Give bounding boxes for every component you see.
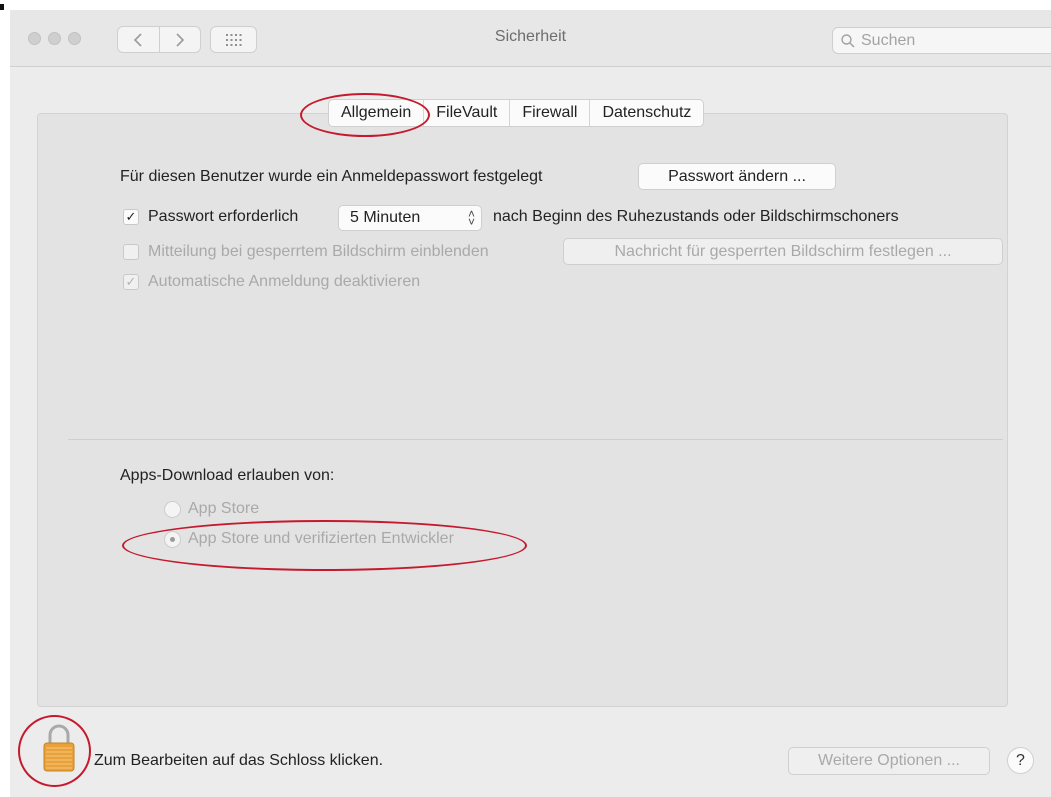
radio-app-store[interactable] [164, 501, 181, 518]
password-delay-value: 5 Minuten [350, 209, 421, 226]
preferences-window: Sicherheit Suchen Allgemein FileVault Fi… [10, 10, 1051, 797]
require-password-label: Passwort erforderlich [148, 208, 299, 225]
help-button[interactable]: ? [1007, 747, 1034, 774]
lock-hint-text: Zum Bearbeiten auf das Schloss klicken. [94, 752, 384, 769]
radio-app-store-label: App Store [188, 500, 260, 517]
tab-filevault[interactable]: FileVault [423, 100, 509, 126]
require-password-checkbox[interactable]: ✓ [123, 209, 139, 225]
padlock-icon[interactable] [42, 721, 76, 773]
set-message-button[interactable]: Nachricht für gesperrten Bildschirm fest… [563, 238, 1003, 265]
password-delay-select[interactable]: 5 Minuten ˄ ˅ [338, 205, 482, 231]
tab-allgemein[interactable]: Allgemein [329, 100, 423, 126]
tab-firewall[interactable]: Firewall [509, 100, 589, 126]
section-divider [68, 439, 1003, 440]
tab-bar: Allgemein FileVault Firewall Datenschutz [328, 99, 705, 127]
magnifier-icon [841, 33, 855, 48]
corner-mark [0, 4, 4, 10]
after-sleep-text: nach Beginn des Ruhezustands oder Bildsc… [493, 208, 899, 225]
show-message-label: Mitteilung bei gesperrtem Bildschirm ein… [148, 243, 489, 260]
disable-autologin-checkbox[interactable]: ✓ [123, 274, 139, 290]
change-password-button[interactable]: Passwort ändern ... [638, 163, 836, 190]
show-message-checkbox[interactable] [123, 244, 139, 260]
password-info-text: Für diesen Benutzer wurde ein Anmeldepas… [120, 168, 543, 185]
more-options-button[interactable]: Weitere Optionen ... [788, 747, 990, 775]
apps-download-heading: Apps-Download erlauben von: [120, 467, 335, 484]
disable-autologin-label: Automatische Anmeldung deaktivieren [148, 273, 421, 290]
search-placeholder: Suchen [861, 31, 916, 49]
search-field[interactable]: Suchen [832, 27, 1051, 54]
tab-datenschutz[interactable]: Datenschutz [589, 100, 703, 126]
titlebar: Sicherheit Suchen [10, 10, 1051, 67]
settings-panel [37, 113, 1008, 707]
radio-app-store-and-developers-label: App Store und verifizierten Entwickler [188, 530, 454, 547]
updown-arrows-icon: ˄ ˅ [467, 207, 475, 229]
radio-selected-dot [170, 537, 175, 542]
radio-app-store-and-developers[interactable] [164, 531, 181, 548]
